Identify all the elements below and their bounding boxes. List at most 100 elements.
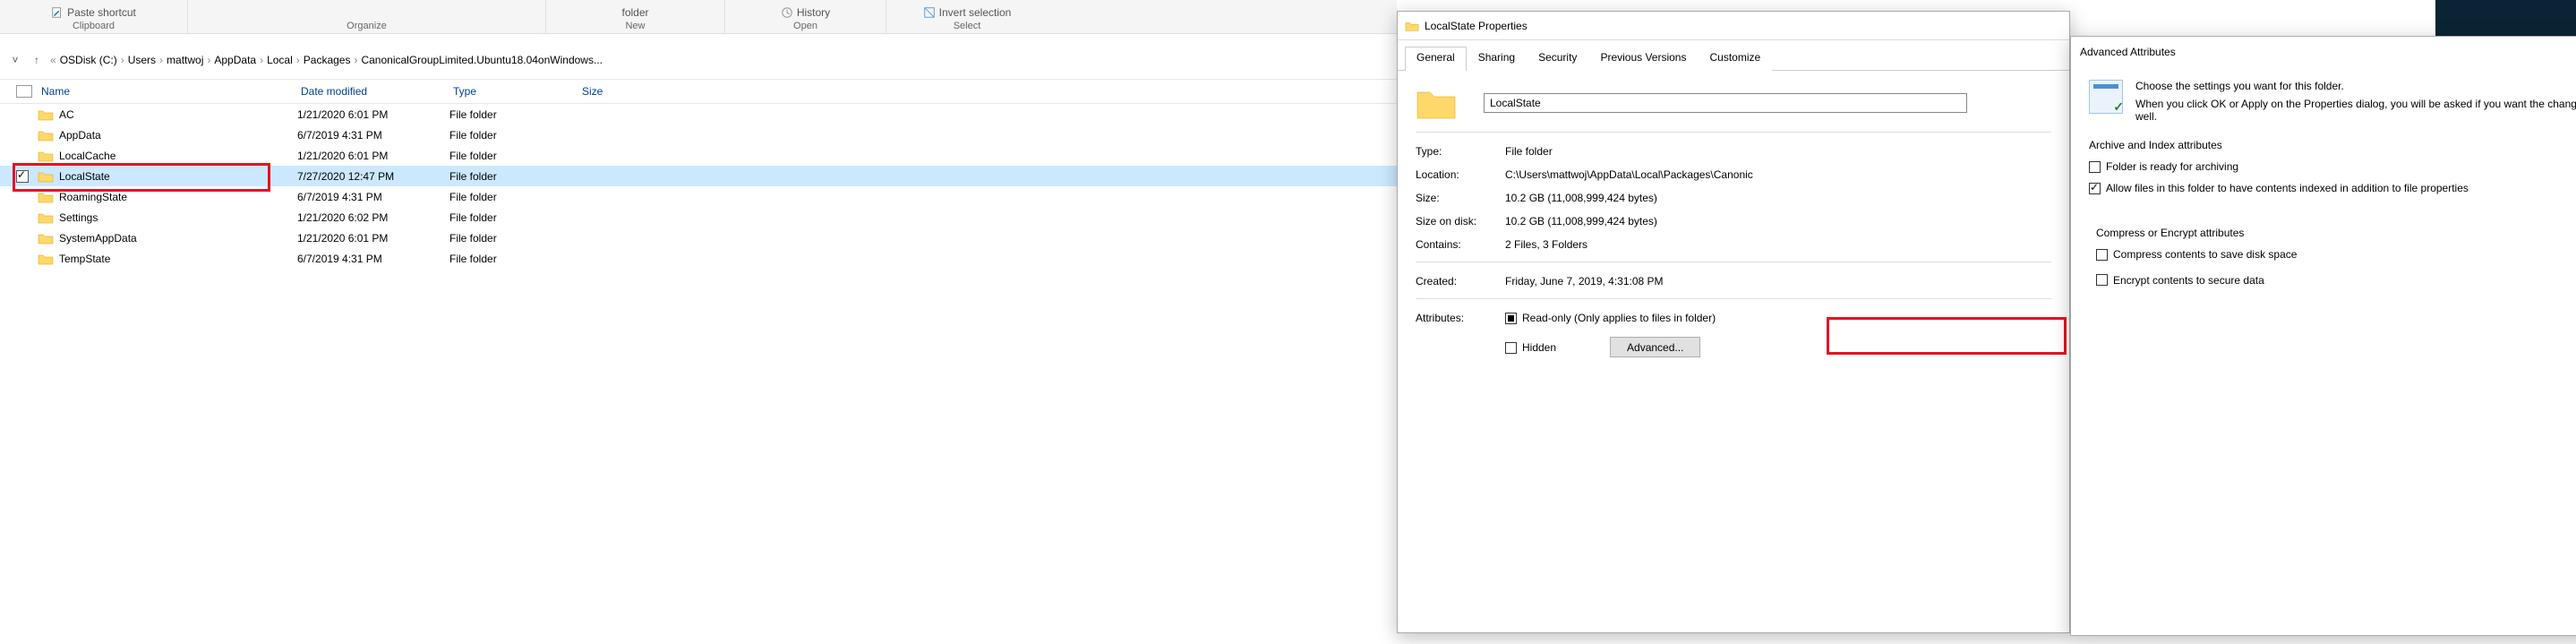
row-type: File folder <box>449 211 578 224</box>
index-label: Allow files in this folder to have conte… <box>2106 182 2469 194</box>
row-checkbox[interactable] <box>16 170 29 183</box>
tab-general[interactable]: General <box>1405 47 1467 71</box>
properties-titlebar[interactable]: LocalState Properties <box>1398 12 2069 40</box>
col-size[interactable]: Size <box>582 85 689 98</box>
ribbon-group-open: History Open <box>725 0 886 33</box>
invert-selection-item[interactable]: Invert selection <box>923 6 1012 19</box>
col-date[interactable]: Date modified <box>301 85 453 98</box>
created-value: Friday, June 7, 2019, 4:31:08 PM <box>1505 275 1664 288</box>
row-checkbox[interactable] <box>16 253 29 265</box>
archive-group-label: Archive and Index attributes <box>2089 139 2576 151</box>
folder-large-icon <box>1416 85 1457 121</box>
folder-icon <box>1405 20 1419 32</box>
size-label: Size: <box>1416 192 1505 204</box>
advanced-button[interactable]: Advanced... <box>1610 337 1700 357</box>
table-row[interactable]: AC 1/21/2020 6:01 PM File folder <box>0 104 1397 125</box>
attributes-label: Attributes: <box>1416 312 1505 324</box>
row-type: File folder <box>449 232 578 245</box>
row-date: 1/21/2020 6:01 PM <box>297 150 449 162</box>
breadcrumb[interactable]: « OSDisk (C:)› Users› mattwoj› AppData› … <box>50 54 603 66</box>
properties-body: Type:File folder Location:C:\Users\mattw… <box>1398 71 2069 382</box>
breadcrumb-bar: ˅ ↑ « OSDisk (C:)› Users› mattwoj› AppDa… <box>0 47 1397 73</box>
row-date: 6/7/2019 4:31 PM <box>297 191 449 203</box>
row-checkbox[interactable] <box>16 191 29 203</box>
paste-shortcut-item[interactable]: Paste shortcut <box>51 6 136 19</box>
folder-icon <box>38 232 54 245</box>
row-checkbox[interactable] <box>16 211 29 224</box>
invert-icon <box>923 6 936 19</box>
nav-up-icon[interactable]: ↑ <box>29 52 45 68</box>
properties-dialog: LocalState Properties General Sharing Se… <box>1397 11 2070 633</box>
col-name[interactable]: Name <box>41 85 301 98</box>
advattr-title-text: Advanced Attributes <box>2080 46 2176 58</box>
crumb-4[interactable]: Local <box>267 54 293 66</box>
tab-security[interactable]: Security <box>1527 47 1588 71</box>
sizedisk-label: Size on disk: <box>1416 215 1505 228</box>
readonly-checkbox[interactable] <box>1505 313 1517 324</box>
properties-title-text: LocalState Properties <box>1425 20 1528 32</box>
table-row[interactable]: Settings 1/21/2020 6:02 PM File folder <box>0 207 1397 228</box>
select-all-checkbox[interactable] <box>16 85 32 98</box>
history-label: History <box>797 6 830 19</box>
crumb-5[interactable]: Packages <box>304 54 351 66</box>
compress-checkbox[interactable] <box>2096 249 2108 261</box>
settings-sheet-icon <box>2089 80 2123 114</box>
row-type: File folder <box>449 253 578 265</box>
size-value: 10.2 GB (11,008,999,424 bytes) <box>1505 192 1657 204</box>
ribbon-group-clipboard: Paste shortcut Clipboard <box>0 0 188 33</box>
archive-checkbox[interactable] <box>2089 161 2101 173</box>
row-checkbox[interactable] <box>16 108 29 121</box>
crumb-1[interactable]: Users <box>128 54 156 66</box>
nav-back-icon[interactable]: ˅ <box>7 52 23 68</box>
row-checkbox[interactable] <box>16 232 29 245</box>
folder-name-input[interactable] <box>1484 93 1967 113</box>
row-date: 1/21/2020 6:02 PM <box>297 211 449 224</box>
row-type: File folder <box>449 191 578 203</box>
row-name: LocalState <box>59 170 297 183</box>
type-label: Type: <box>1416 145 1505 158</box>
row-name: AC <box>59 108 297 121</box>
ribbon-group-new: folder New <box>546 0 725 33</box>
row-name: AppData <box>59 129 297 142</box>
shortcut-icon <box>51 6 64 19</box>
crumb-0[interactable]: OSDisk (C:) <box>60 54 117 66</box>
new-folder-item[interactable]: folder <box>621 6 648 19</box>
compress-group-label: Compress or Encrypt attributes <box>2096 227 2576 239</box>
table-row[interactable]: RoamingState 6/7/2019 4:31 PM File folde… <box>0 186 1397 207</box>
tab-sharing[interactable]: Sharing <box>1467 47 1527 71</box>
encrypt-checkbox[interactable] <box>2096 274 2108 286</box>
ribbon-group-select: Invert selection Select <box>886 0 1048 33</box>
row-date: 6/7/2019 4:31 PM <box>297 253 449 265</box>
table-row[interactable]: SystemAppData 1/21/2020 6:01 PM File fol… <box>0 228 1397 248</box>
advattr-titlebar[interactable]: Advanced Attributes ✕ <box>2071 37 2576 67</box>
table-row[interactable]: TempState 6/7/2019 4:31 PM File folder <box>0 248 1397 269</box>
readonly-label: Read-only (Only applies to files in fold… <box>1522 312 1716 324</box>
row-type: File folder <box>449 150 578 162</box>
row-type: File folder <box>449 170 578 183</box>
tab-previous-versions[interactable]: Previous Versions <box>1588 47 1698 71</box>
organize-group-label: Organize <box>347 21 387 31</box>
location-label: Location: <box>1416 168 1505 181</box>
folder-icon <box>38 150 54 162</box>
advattr-desc2: When you click OK or Apply on the Proper… <box>2135 98 2576 123</box>
clipboard-group-label: Clipboard <box>73 21 115 31</box>
crumb-6[interactable]: CanonicalGroupLimited.Ubuntu18.04onWindo… <box>361 54 603 66</box>
tab-customize[interactable]: Customize <box>1698 47 1772 71</box>
table-row[interactable]: AppData 6/7/2019 4:31 PM File folder <box>0 125 1397 145</box>
row-checkbox[interactable] <box>16 150 29 162</box>
folder-icon <box>38 108 54 121</box>
table-row[interactable]: LocalState 7/27/2020 12:47 PM File folde… <box>0 166 1397 186</box>
crumb-3[interactable]: AppData <box>214 54 256 66</box>
row-checkbox[interactable] <box>16 129 29 142</box>
table-row[interactable]: LocalCache 1/21/2020 6:01 PM File folder <box>0 145 1397 166</box>
chevron-right-icon: › <box>296 54 300 66</box>
history-item[interactable]: History <box>781 6 830 19</box>
index-checkbox[interactable] <box>2089 183 2101 194</box>
advanced-attributes-dialog: Advanced Attributes ✕ Choose the setting… <box>2070 36 2576 636</box>
crumb-2[interactable]: mattwoj <box>167 54 203 66</box>
advattr-body: Choose the settings you want for this fo… <box>2071 67 2576 393</box>
contains-value: 2 Files, 3 Folders <box>1505 238 1588 251</box>
row-date: 7/27/2020 12:47 PM <box>297 170 449 183</box>
col-type[interactable]: Type <box>453 85 582 98</box>
hidden-checkbox[interactable] <box>1505 342 1517 354</box>
